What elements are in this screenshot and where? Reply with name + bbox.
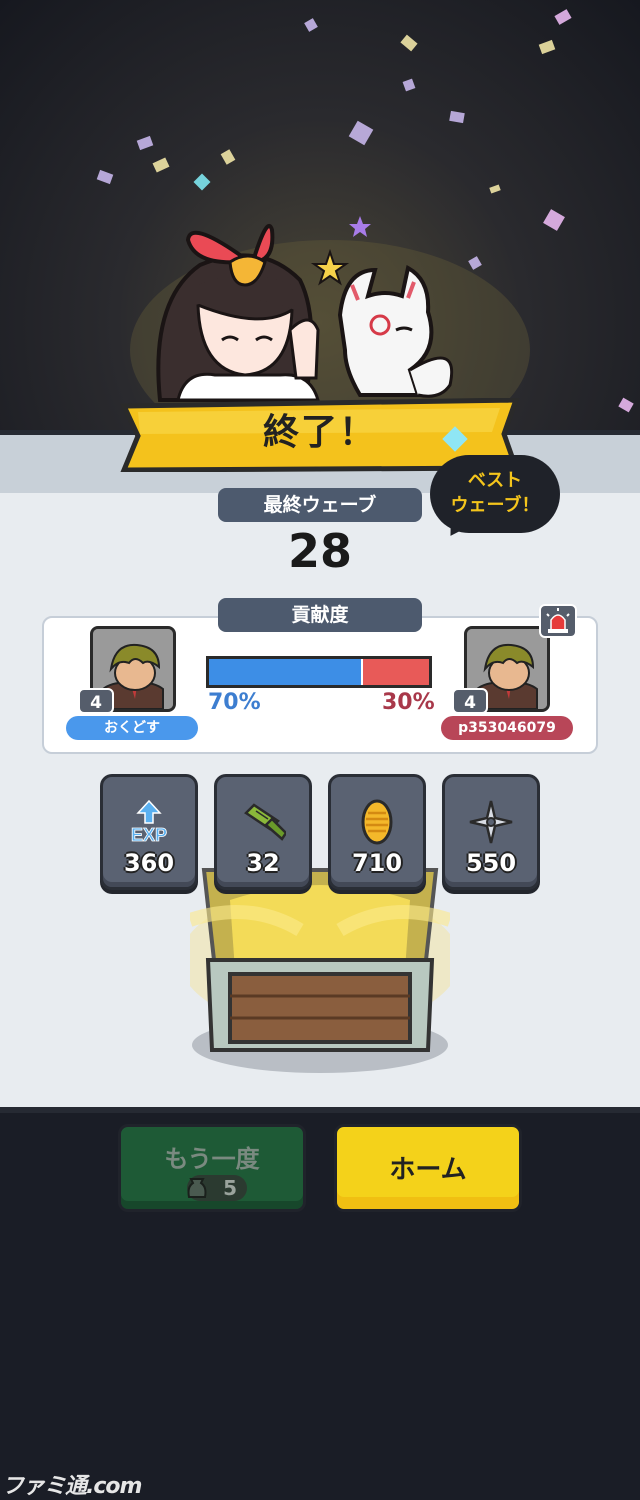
- reward-shuriken-value: 550: [465, 849, 517, 877]
- victory-hero-area: [0, 0, 640, 430]
- exp-icon: EXP: [131, 799, 167, 845]
- reward-bamboo[interactable]: 32: [214, 774, 312, 890]
- retry-cost-value: 5: [223, 1176, 237, 1200]
- bamboo-scroll-icon: [244, 803, 286, 841]
- treasure-chest: [180, 860, 460, 1080]
- reward-shuriken[interactable]: 550: [442, 774, 540, 890]
- alarm-icon: [546, 608, 570, 633]
- reward-exp-value: 360: [123, 849, 175, 877]
- player-right-name: p353046079: [441, 716, 573, 740]
- gold-koban-icon: [361, 799, 393, 845]
- retry-label: もう一度: [164, 1145, 260, 1173]
- reward-gold[interactable]: 710: [328, 774, 426, 890]
- player-left-name: おくどす: [66, 716, 198, 740]
- shuriken-icon: [469, 800, 513, 844]
- final-wave-label: 最終ウェーブ: [218, 488, 422, 522]
- exp-label: EXP: [131, 825, 167, 845]
- home-button[interactable]: ホーム: [334, 1124, 522, 1212]
- player-right-level: 4: [452, 688, 488, 714]
- watermark: ファミ通.com: [2, 1474, 142, 1499]
- contribution-bar: [206, 656, 432, 688]
- treasure-chest-illustration: [180, 868, 460, 1073]
- retry-button[interactable]: もう一度 5: [118, 1124, 306, 1212]
- final-wave-value: 28: [287, 524, 352, 578]
- player-left-level: 4: [78, 688, 114, 714]
- retry-cost: 5: [187, 1175, 247, 1201]
- reward-gold-value: 710: [351, 849, 403, 877]
- stamina-jar-icon: [187, 1178, 207, 1198]
- contribution-bar-left-fill: [209, 659, 363, 685]
- home-label: ホーム: [389, 1155, 467, 1185]
- reward-exp[interactable]: EXP 360: [100, 774, 198, 890]
- player-left-percent: 70%: [208, 690, 261, 715]
- characters-illustration: [130, 216, 530, 430]
- best-wave-badge: ベスト ウェーブ！: [430, 455, 560, 533]
- reward-bamboo-value: 32: [246, 849, 280, 877]
- player-right-percent: 30%: [382, 690, 435, 715]
- contribution-label: 貢献度: [218, 598, 422, 632]
- report-alarm-button[interactable]: [539, 604, 577, 638]
